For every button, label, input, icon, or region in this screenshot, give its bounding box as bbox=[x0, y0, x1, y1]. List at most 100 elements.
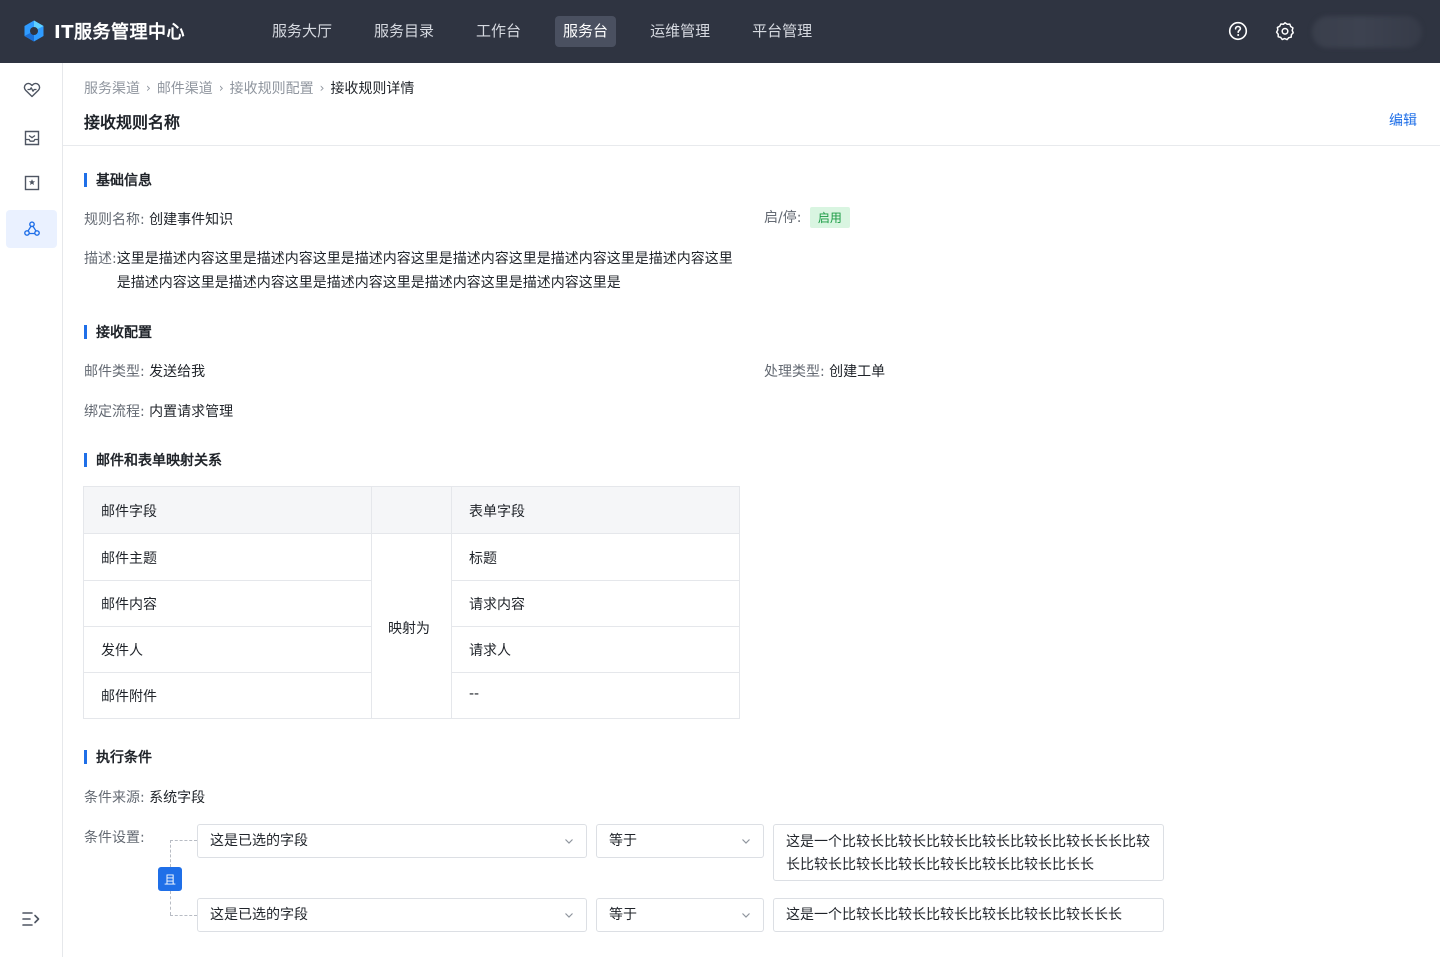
status-label: 启/停: bbox=[764, 210, 802, 226]
nav-item-ops[interactable]: 运维管理 bbox=[642, 16, 718, 47]
form-field-cell: 请求内容 bbox=[469, 597, 525, 613]
condition-operator-select[interactable]: 等于 bbox=[596, 824, 764, 858]
flow-field: 绑定流程: 内置请求管理 bbox=[84, 401, 233, 421]
condition-operator-select[interactable]: 等于 bbox=[596, 898, 764, 932]
flow-label: 绑定流程: bbox=[84, 404, 145, 420]
mail-type-field: 邮件类型: 发送给我 bbox=[84, 361, 205, 381]
cluster-icon bbox=[23, 221, 40, 236]
column-divider bbox=[451, 487, 452, 718]
mail-field-cell: 邮件内容 bbox=[101, 597, 157, 613]
process-type-value: 创建工单 bbox=[829, 364, 886, 380]
brand[interactable]: IT服务管理中心 bbox=[22, 18, 185, 44]
rule-name-value: 创建事件知识 bbox=[149, 212, 234, 228]
user-avatar[interactable] bbox=[1312, 16, 1422, 48]
logic-connector bbox=[170, 840, 197, 841]
inbox-icon bbox=[24, 130, 39, 146]
table-header bbox=[84, 487, 739, 534]
nav-item-service-hall[interactable]: 服务大厅 bbox=[264, 16, 340, 47]
collapse-menu-icon[interactable] bbox=[20, 908, 42, 930]
breadcrumb-current: 接收规则详情 bbox=[330, 81, 415, 97]
status-badge: 启用 bbox=[809, 207, 850, 228]
condition-source-field: 条件来源: 系统字段 bbox=[84, 787, 205, 807]
row-divider bbox=[452, 580, 739, 581]
chevron-right-icon: › bbox=[146, 81, 151, 95]
rule-name-label: 规则名称: bbox=[84, 212, 145, 228]
chevron-right-icon: › bbox=[218, 81, 224, 95]
nav-item-workbench[interactable]: 工作台 bbox=[468, 16, 529, 47]
condition-field-value: 这是已选的字段 bbox=[210, 907, 308, 923]
logic-connector bbox=[170, 840, 171, 867]
condition-field-select[interactable]: 这是已选的字段 bbox=[197, 824, 587, 858]
sidebar bbox=[0, 63, 63, 957]
chevron-down-icon bbox=[565, 839, 573, 844]
nav-item-service-desk[interactable]: 服务台 bbox=[555, 16, 617, 47]
map-relation-label: 映射为 bbox=[388, 621, 430, 637]
logic-and-tag[interactable]: 且 bbox=[158, 867, 182, 891]
logo-icon bbox=[24, 20, 44, 42]
form-field-cell: 标题 bbox=[469, 551, 497, 567]
row-divider bbox=[84, 672, 371, 673]
main-nav: 服务大厅 服务目录 工作台 服务台 运维管理 平台管理 bbox=[264, 16, 846, 47]
header-divider bbox=[63, 145, 1440, 146]
condition-value-text: 这是一个比较长比较长比较长比较长比较长比较长长长 bbox=[786, 907, 1122, 923]
description-field: 描述: 这里是描述内容这里是描述内容这里是描述内容这里是描述内容这里是描述内容这… bbox=[84, 247, 744, 295]
star-board-icon bbox=[24, 175, 39, 191]
section-title-conditions: 执行条件 bbox=[84, 747, 152, 767]
mail-type-value: 发送给我 bbox=[149, 364, 206, 380]
edit-button[interactable]: 编辑 bbox=[1389, 110, 1417, 130]
help-circle-icon[interactable] bbox=[1228, 21, 1248, 41]
heart-pulse-icon bbox=[23, 82, 40, 98]
chevron-down-icon bbox=[565, 913, 573, 918]
condition-source-label: 条件来源: bbox=[84, 790, 145, 806]
mail-type-label: 邮件类型: bbox=[84, 364, 145, 380]
condition-value-input[interactable]: 这是一个比较长比较长比较长比较长比较长比较长长长比较长比较长比较长比较长比较长比… bbox=[773, 824, 1164, 881]
form-field-cell: -- bbox=[469, 686, 480, 702]
sidebar-item-inbox[interactable] bbox=[6, 119, 57, 157]
logic-connector bbox=[170, 915, 197, 916]
condition-value-text: 这是一个比较长比较长比较长比较长比较长比较长长长比较长比较长比较长比较长比较长比… bbox=[786, 834, 1150, 873]
condition-setting-label: 条件设置: bbox=[84, 830, 145, 846]
row-divider bbox=[452, 672, 739, 673]
page-title: 接收规则名称 bbox=[84, 113, 181, 132]
row-divider bbox=[452, 626, 739, 627]
header-form-field: 表单字段 bbox=[469, 504, 525, 520]
condition-operator-value: 等于 bbox=[609, 833, 637, 849]
chevron-right-icon: › bbox=[319, 81, 325, 95]
breadcrumb-item[interactable]: 服务渠道 bbox=[84, 78, 140, 98]
description-value: 这里是描述内容这里是描述内容这里是描述内容这里是描述内容这里是描述内容这里是描述… bbox=[116, 251, 733, 291]
flow-value: 内置请求管理 bbox=[149, 404, 234, 420]
chevron-down-icon bbox=[742, 839, 750, 844]
section-title-mapping: 邮件和表单映射关系 bbox=[84, 450, 222, 470]
app-title: IT服务管理中心 bbox=[54, 22, 185, 43]
condition-value-input[interactable]: 这是一个比较长比较长比较长比较长比较长比较长长长 bbox=[773, 898, 1164, 932]
header-mail-field: 邮件字段 bbox=[101, 504, 157, 520]
condition-setting-field: 条件设置: bbox=[84, 827, 145, 847]
breadcrumb: 服务渠道 › 邮件渠道 › 接收规则配置 › 接收规则详情 bbox=[84, 78, 414, 98]
condition-operator-value: 等于 bbox=[609, 907, 637, 923]
sidebar-item-health[interactable] bbox=[6, 71, 57, 109]
condition-field-select[interactable]: 这是已选的字段 bbox=[197, 898, 587, 932]
top-bar: IT服务管理中心 服务大厅 服务目录 工作台 服务台 运维管理 平台管理 bbox=[0, 0, 1440, 63]
row-divider bbox=[84, 626, 371, 627]
row-divider bbox=[84, 580, 371, 581]
form-field-cell: 请求人 bbox=[469, 643, 511, 659]
process-type-label: 处理类型: bbox=[764, 364, 825, 380]
mail-field-cell: 邮件主题 bbox=[101, 551, 157, 567]
status-field: 启/停: 启用 bbox=[764, 207, 850, 228]
breadcrumb-item[interactable]: 邮件渠道 bbox=[157, 78, 213, 98]
rule-name-field: 规则名称: 创建事件知识 bbox=[84, 209, 233, 229]
column-divider bbox=[371, 487, 372, 718]
mail-field-cell: 邮件附件 bbox=[101, 689, 157, 705]
sidebar-item-favorites[interactable] bbox=[6, 164, 57, 202]
gear-icon[interactable] bbox=[1275, 21, 1295, 41]
chevron-down-icon bbox=[742, 913, 750, 918]
mapping-table: 邮件字段 表单字段 邮件主题 标题 邮件内容 请求内容 发件人 请求人 邮件附件… bbox=[83, 486, 740, 719]
mail-field-cell: 发件人 bbox=[101, 643, 143, 659]
process-type-field: 处理类型: 创建工单 bbox=[764, 361, 885, 381]
nav-item-service-catalog[interactable]: 服务目录 bbox=[366, 16, 442, 47]
description-label: 描述: bbox=[84, 251, 117, 267]
breadcrumb-item[interactable]: 接收规则配置 bbox=[230, 78, 314, 98]
section-title-receive: 接收配置 bbox=[84, 322, 152, 342]
nav-item-platform[interactable]: 平台管理 bbox=[744, 16, 820, 47]
sidebar-item-channels[interactable] bbox=[6, 210, 57, 248]
